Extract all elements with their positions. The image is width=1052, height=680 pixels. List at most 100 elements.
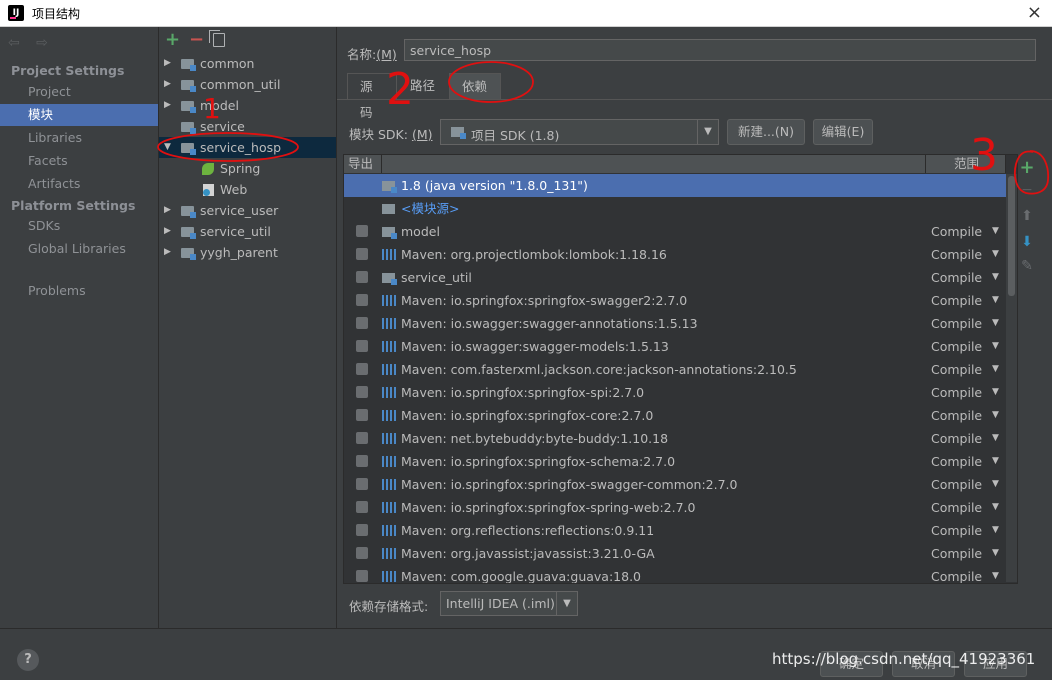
- export-checkbox[interactable]: [356, 225, 368, 237]
- tree-item-service-util[interactable]: ▶ service_util: [159, 221, 336, 242]
- sidebar-item-global-libraries[interactable]: Global Libraries: [0, 238, 158, 260]
- dependency-row[interactable]: Maven: io.springfox:springfox-swagger-co…: [344, 473, 1017, 496]
- sidebar-item-modules[interactable]: 模块: [0, 104, 158, 126]
- chevron-down-icon[interactable]: ▼: [992, 243, 999, 266]
- expand-arrow-icon[interactable]: ▶: [164, 53, 171, 74]
- tree-item-model[interactable]: ▶ model: [159, 95, 336, 116]
- export-checkbox[interactable]: [356, 271, 368, 283]
- chevron-down-icon[interactable]: ▼: [992, 289, 999, 312]
- chevron-down-icon[interactable]: ▼: [992, 312, 999, 335]
- sidebar-item-libraries[interactable]: Libraries: [0, 127, 158, 149]
- dependency-row[interactable]: Maven: io.springfox:springfox-spring-web…: [344, 496, 1017, 519]
- chevron-down-icon[interactable]: ▼: [992, 565, 999, 583]
- dependency-row-jdk[interactable]: 1.8 (java version "1.8.0_131"): [344, 174, 1017, 197]
- sidebar-item-project[interactable]: Project: [0, 81, 158, 103]
- module-sdk-select[interactable]: 项目 SDK (1.8) ▼: [440, 119, 719, 145]
- expand-arrow-icon[interactable]: ▶: [164, 200, 171, 221]
- sidebar-item-facets[interactable]: Facets: [0, 150, 158, 172]
- export-checkbox[interactable]: [356, 547, 368, 559]
- tree-item-web-facet[interactable]: Web: [159, 179, 336, 200]
- chevron-down-icon[interactable]: ▼: [992, 335, 999, 358]
- edit-pencil-icon[interactable]: ✎: [1018, 256, 1036, 276]
- scope-value[interactable]: Compile: [931, 404, 982, 427]
- close-icon[interactable]: ×: [1027, 2, 1042, 23]
- export-checkbox[interactable]: [356, 363, 368, 375]
- move-up-icon[interactable]: ⬆: [1018, 206, 1036, 226]
- help-icon[interactable]: ?: [17, 649, 39, 671]
- export-checkbox[interactable]: [356, 248, 368, 260]
- export-checkbox[interactable]: [356, 386, 368, 398]
- dependency-row[interactable]: Maven: io.springfox:springfox-core:2.7.0…: [344, 404, 1017, 427]
- tree-item-service[interactable]: service: [159, 116, 336, 137]
- export-checkbox[interactable]: [356, 409, 368, 421]
- dependency-row[interactable]: Maven: io.springfox:springfox-spi:2.7.0 …: [344, 381, 1017, 404]
- collapse-arrow-icon[interactable]: ▼: [164, 137, 171, 158]
- chevron-down-icon[interactable]: ▼: [697, 120, 718, 144]
- tab-paths[interactable]: 路径: [398, 73, 449, 99]
- sidebar-item-artifacts[interactable]: Artifacts: [0, 173, 158, 195]
- scope-value[interactable]: Compile: [931, 358, 982, 381]
- dependency-row[interactable]: Maven: io.swagger:swagger-models:1.5.13 …: [344, 335, 1017, 358]
- move-down-icon[interactable]: ⬇: [1018, 232, 1036, 252]
- add-dependency-icon[interactable]: +: [1018, 158, 1036, 178]
- scope-value[interactable]: Compile: [931, 565, 982, 583]
- export-checkbox[interactable]: [356, 340, 368, 352]
- expand-arrow-icon[interactable]: ▶: [164, 242, 171, 263]
- chevron-down-icon[interactable]: ▼: [992, 450, 999, 473]
- chevron-down-icon[interactable]: ▼: [992, 358, 999, 381]
- tree-item-common-util[interactable]: ▶ common_util: [159, 74, 336, 95]
- scope-value[interactable]: Compile: [931, 473, 982, 496]
- scope-value[interactable]: Compile: [931, 243, 982, 266]
- module-name-input[interactable]: [404, 39, 1036, 61]
- copy-module-icon[interactable]: [209, 30, 225, 47]
- chevron-down-icon[interactable]: ▼: [992, 381, 999, 404]
- sidebar-item-problems[interactable]: Problems: [0, 280, 158, 302]
- add-module-icon[interactable]: +: [165, 30, 180, 50]
- edit-sdk-button[interactable]: 编辑(E): [813, 119, 873, 145]
- export-checkbox[interactable]: [356, 478, 368, 490]
- chevron-down-icon[interactable]: ▼: [992, 220, 999, 243]
- storage-format-select[interactable]: IntelliJ IDEA (.iml) ▼: [440, 591, 578, 616]
- remove-dependency-icon[interactable]: −: [1018, 180, 1036, 200]
- chevron-down-icon[interactable]: ▼: [992, 427, 999, 450]
- dependency-row[interactable]: Maven: org.javassist:javassist:3.21.0-GA…: [344, 542, 1017, 565]
- new-sdk-button[interactable]: 新建...(N): [727, 119, 805, 145]
- scope-value[interactable]: Compile: [931, 427, 982, 450]
- dependency-row[interactable]: Maven: io.springfox:springfox-schema:2.7…: [344, 450, 1017, 473]
- expand-arrow-icon[interactable]: ▶: [164, 95, 171, 116]
- scope-value[interactable]: Compile: [931, 266, 982, 289]
- chevron-down-icon[interactable]: ▼: [556, 592, 577, 615]
- scope-value[interactable]: Compile: [931, 220, 982, 243]
- sidebar-item-sdks[interactable]: SDKs: [0, 215, 158, 237]
- back-forward-icon[interactable]: ⇦ ⇨: [8, 35, 54, 51]
- dependency-row[interactable]: Maven: io.swagger:swagger-annotations:1.…: [344, 312, 1017, 335]
- tree-item-yygh-parent[interactable]: ▶ yygh_parent: [159, 242, 336, 263]
- chevron-down-icon[interactable]: ▼: [992, 542, 999, 565]
- tab-dependencies[interactable]: 依赖: [449, 73, 501, 99]
- tree-item-service-user[interactable]: ▶ service_user: [159, 200, 336, 221]
- table-scrollbar[interactable]: [1006, 174, 1017, 582]
- dependency-row[interactable]: Maven: io.springfox:springfox-swagger2:2…: [344, 289, 1017, 312]
- dependency-row[interactable]: model Compile ▼: [344, 220, 1017, 243]
- export-checkbox[interactable]: [356, 294, 368, 306]
- dependency-row[interactable]: service_util Compile ▼: [344, 266, 1017, 289]
- column-header-name[interactable]: [382, 155, 926, 173]
- export-checkbox[interactable]: [356, 570, 368, 582]
- scope-value[interactable]: Compile: [931, 542, 982, 565]
- chevron-down-icon[interactable]: ▼: [992, 404, 999, 427]
- scope-value[interactable]: Compile: [931, 519, 982, 542]
- column-header-export[interactable]: 导出: [344, 155, 382, 173]
- dependency-row[interactable]: Maven: net.bytebuddy:byte-buddy:1.10.18 …: [344, 427, 1017, 450]
- dependency-row-module-source[interactable]: <模块源>: [344, 197, 1017, 220]
- chevron-down-icon[interactable]: ▼: [992, 473, 999, 496]
- column-header-scope[interactable]: 范围: [926, 155, 1006, 173]
- scope-value[interactable]: Compile: [931, 496, 982, 519]
- expand-arrow-icon[interactable]: ▶: [164, 221, 171, 242]
- tab-sources[interactable]: 源码: [347, 73, 397, 120]
- scope-value[interactable]: Compile: [931, 289, 982, 312]
- scrollbar-thumb[interactable]: [1008, 176, 1015, 296]
- export-checkbox[interactable]: [356, 524, 368, 536]
- tree-item-spring-facet[interactable]: Spring: [159, 158, 336, 179]
- remove-module-icon[interactable]: −: [189, 30, 204, 50]
- export-checkbox[interactable]: [356, 432, 368, 444]
